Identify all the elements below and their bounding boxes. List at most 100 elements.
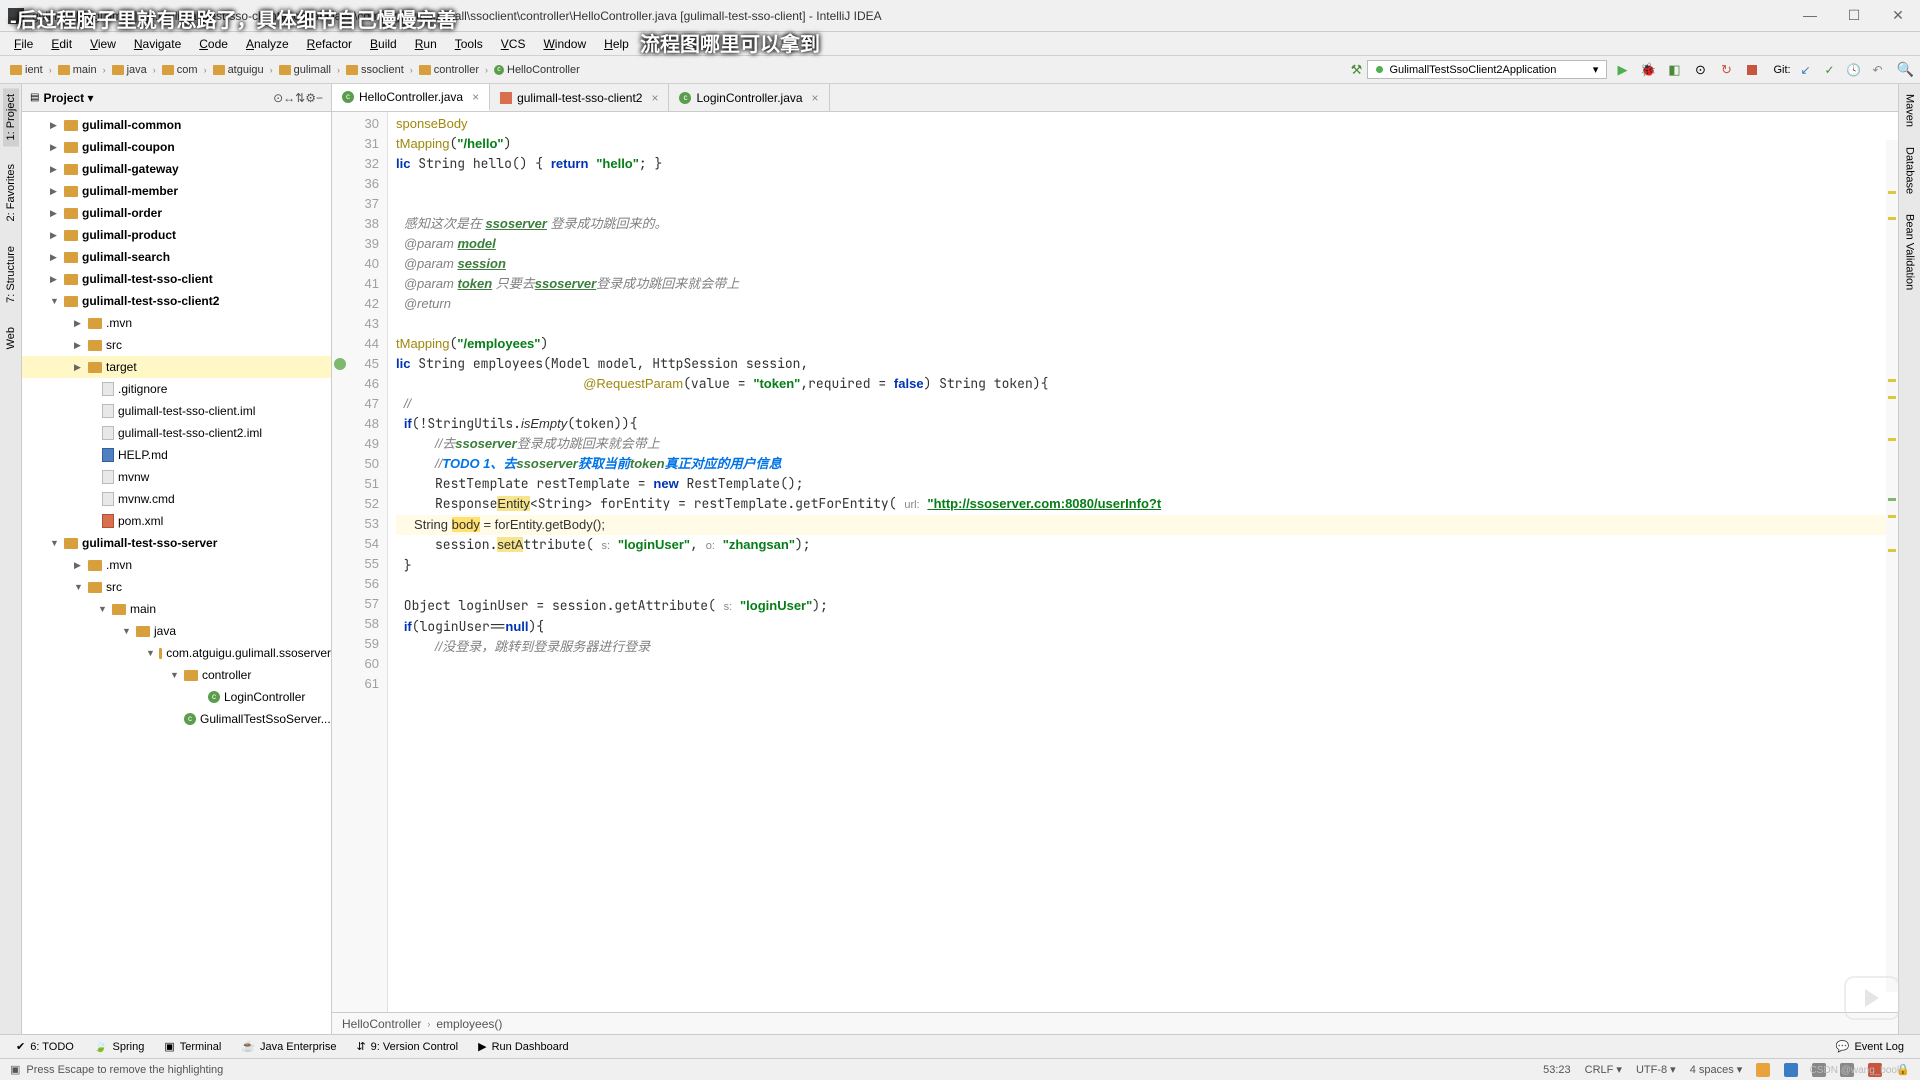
status-indicator[interactable] [1784,1063,1798,1077]
git-update-icon[interactable]: ↙ [1797,63,1815,77]
tree-node[interactable]: ▶gulimall-product [22,224,331,246]
left-tab[interactable]: Web [3,321,19,355]
breadcrumb-item[interactable]: ient [6,63,47,77]
tree-node[interactable]: ▶target [22,356,331,378]
status-indicator[interactable] [1756,1063,1770,1077]
tree-node[interactable]: gulimall-test-sso-client2.iml [22,422,331,444]
tree-node[interactable]: ▶src [22,334,331,356]
bottom-tab[interactable]: ✔6: TODO [6,1040,84,1053]
tree-node[interactable]: ▶gulimall-common [22,114,331,136]
right-tab[interactable]: Database [1902,141,1918,200]
menu-run[interactable]: Run [407,35,445,53]
tab-close-icon[interactable]: × [812,91,819,105]
breadcrumb-item[interactable]: atguigu [209,63,268,77]
minimize-button[interactable]: — [1796,7,1824,24]
right-tab[interactable]: Maven [1902,88,1918,133]
tree-node[interactable]: ▶gulimall-coupon [22,136,331,158]
status-item[interactable]: 4 spaces ▾ [1690,1063,1743,1076]
error-stripe[interactable] [1886,140,1898,992]
git-history-icon[interactable]: 🕓 [1845,63,1863,77]
stop-button[interactable] [1741,59,1763,81]
menu-file[interactable]: File [6,35,41,53]
git-revert-icon[interactable]: ↶ [1869,63,1887,77]
bottom-tab[interactable]: ▶Run Dashboard [468,1040,579,1053]
maximize-button[interactable]: ☐ [1840,7,1868,24]
editor-tab[interactable]: cHelloController.java× [332,84,490,111]
crumb-method[interactable]: employees() [436,1017,502,1031]
status-item[interactable]: CRLF ▾ [1585,1063,1622,1076]
left-tab[interactable]: 7: Structure [3,240,19,309]
left-tab[interactable]: 1: Project [3,88,19,146]
bottom-tab[interactable]: ☕Java Enterprise [231,1040,346,1053]
search-icon[interactable]: 🔍 [1897,61,1914,78]
left-tab[interactable]: 2: Favorites [3,158,19,227]
project-header-button[interactable]: ↔ [283,91,295,105]
tree-node[interactable]: ▶gulimall-search [22,246,331,268]
tree-node[interactable]: mvnw.cmd [22,488,331,510]
project-header-button[interactable]: − [316,91,323,105]
tree-node[interactable]: ▶gulimall-order [22,202,331,224]
menu-analyze[interactable]: Analyze [238,35,297,53]
tree-node[interactable]: ▶gulimall-test-sso-client [22,268,331,290]
breadcrumb-item[interactable]: ssoclient [342,63,408,77]
breadcrumb-item[interactable]: gulimall [275,63,335,77]
tree-node[interactable]: ▼main [22,598,331,620]
menu-help[interactable]: Help [596,35,637,53]
profile-button[interactable]: ⊙ [1689,59,1711,81]
menu-navigate[interactable]: Navigate [126,35,189,53]
tree-node[interactable]: cLoginController [22,686,331,708]
project-header-button[interactable]: ⊙ [273,91,283,105]
run-button[interactable]: ▶ [1611,59,1633,81]
status-item[interactable]: UTF-8 ▾ [1636,1063,1676,1076]
tab-close-icon[interactable]: × [472,90,479,104]
menu-view[interactable]: View [82,35,124,53]
breadcrumb-item[interactable]: main [54,63,101,77]
tree-node[interactable]: ▼java [22,620,331,642]
tree-node[interactable]: HELP.md [22,444,331,466]
run-config-select[interactable]: GulimallTestSsoClient2Application ▾ [1367,60,1607,79]
tree-node[interactable]: cGulimallTestSsoServer... [22,708,331,730]
menu-edit[interactable]: Edit [43,35,80,53]
right-tab[interactable]: Bean Validation [1902,208,1918,296]
tree-node[interactable]: gulimall-test-sso-client.iml [22,400,331,422]
coverage-button[interactable]: ◧ [1663,59,1685,81]
git-commit-icon[interactable]: ✓ [1821,63,1839,77]
bottom-tab[interactable]: ▣Terminal [154,1040,231,1053]
status-item[interactable]: 53:23 [1543,1064,1571,1076]
project-tree[interactable]: ▶gulimall-common▶gulimall-coupon ▶gulimal… [22,112,331,1034]
menu-code[interactable]: Code [191,35,236,53]
tree-node[interactable]: ▼com.atguigu.gulimall.ssoserver [22,642,331,664]
debug-button[interactable]: 🐞 [1637,59,1659,81]
code-breadcrumb[interactable]: HelloController › employees() [332,1012,1920,1034]
build-icon[interactable]: ⚒ [1345,59,1367,81]
tree-node[interactable]: ▶.mvn [22,554,331,576]
tree-node[interactable]: ▼gulimall-test-sso-server [22,532,331,554]
bottom-tab[interactable]: ⇵9: Version Control [346,1040,468,1053]
breadcrumb-item[interactable]: java [108,63,151,77]
tree-node[interactable]: ▼gulimall-test-sso-client2 [22,290,331,312]
menu-refactor[interactable]: Refactor [299,35,360,53]
tree-node[interactable]: pom.xml [22,510,331,532]
breadcrumb-class[interactable]: cHelloController [490,63,584,77]
tree-node[interactable]: .gitignore [22,378,331,400]
menu-vcs[interactable]: VCS [493,35,534,53]
tree-node[interactable]: ▶gulimall-member [22,180,331,202]
code-editor[interactable]: sponseBody tMapping("/hello") lic String… [388,112,1920,1012]
tab-close-icon[interactable]: × [651,91,658,105]
menu-window[interactable]: Window [535,35,594,53]
editor-tab[interactable]: cLoginController.java× [669,84,829,111]
crumb-class[interactable]: HelloController [342,1017,421,1031]
breadcrumb-item[interactable]: com [158,63,202,77]
project-header-arrow[interactable]: ▤ [30,92,39,103]
menu-build[interactable]: Build [362,35,405,53]
editor-tab[interactable]: gulimall-test-sso-client2× [490,84,669,111]
project-header-button[interactable]: ⇅ [295,91,305,105]
tree-node[interactable]: ▼controller [22,664,331,686]
project-header-button[interactable]: ⚙ [305,91,316,105]
project-header-label[interactable]: Project ▾ [43,91,273,105]
bottom-tab[interactable]: 🍃Spring [84,1040,155,1053]
tree-node[interactable]: ▼src [22,576,331,598]
tree-node[interactable]: ▶.mvn [22,312,331,334]
breadcrumb-item[interactable]: controller [415,63,483,77]
event-log-button[interactable]: 💬Event Log [1826,1040,1914,1053]
